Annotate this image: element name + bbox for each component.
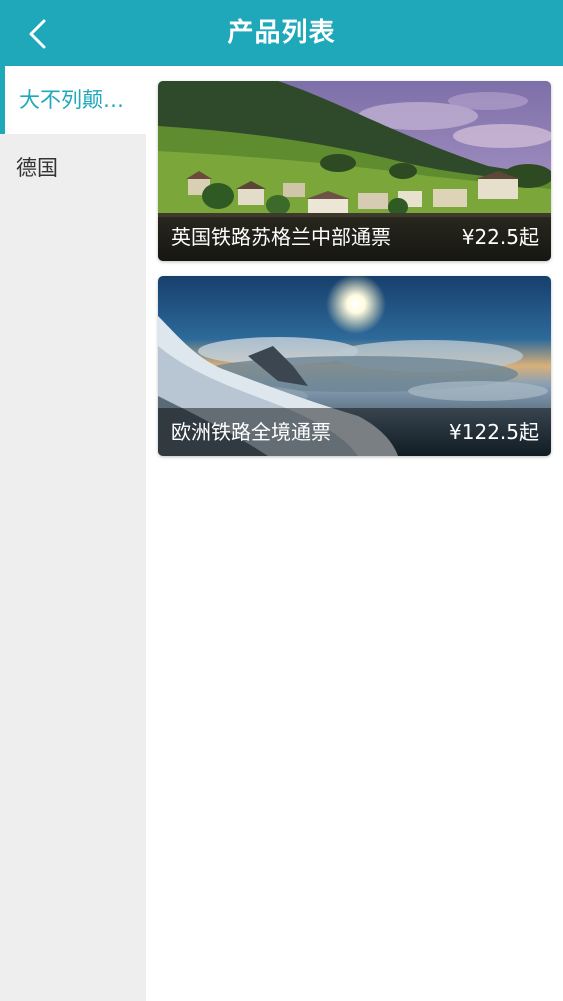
header-bar: 产品列表 bbox=[0, 0, 563, 66]
product-price: ¥22.5起 bbox=[461, 225, 539, 249]
product-name: 英国铁路苏格兰中部通票 bbox=[171, 225, 391, 249]
product-card[interactable]: 欧洲铁路全境通票 ¥122.5起 bbox=[158, 276, 551, 456]
product-price: ¥122.5起 bbox=[449, 420, 539, 444]
category-sidebar: 大不列颠… 德国 bbox=[0, 66, 146, 1001]
sidebar-item-germany[interactable]: 德国 bbox=[0, 134, 146, 202]
product-card[interactable]: 英国铁路苏格兰中部通票 ¥22.5起 bbox=[158, 81, 551, 261]
card-caption: 欧洲铁路全境通票 ¥122.5起 bbox=[158, 408, 551, 456]
product-name: 欧洲铁路全境通票 bbox=[171, 420, 331, 444]
product-list: 英国铁路苏格兰中部通票 ¥22.5起 欧洲铁路全境通票 ¥122.5起 bbox=[146, 66, 563, 1001]
sidebar-item-great-britain[interactable]: 大不列颠… bbox=[0, 66, 146, 134]
page-title: 产品列表 bbox=[227, 18, 336, 48]
card-caption: 英国铁路苏格兰中部通票 ¥22.5起 bbox=[158, 213, 551, 261]
